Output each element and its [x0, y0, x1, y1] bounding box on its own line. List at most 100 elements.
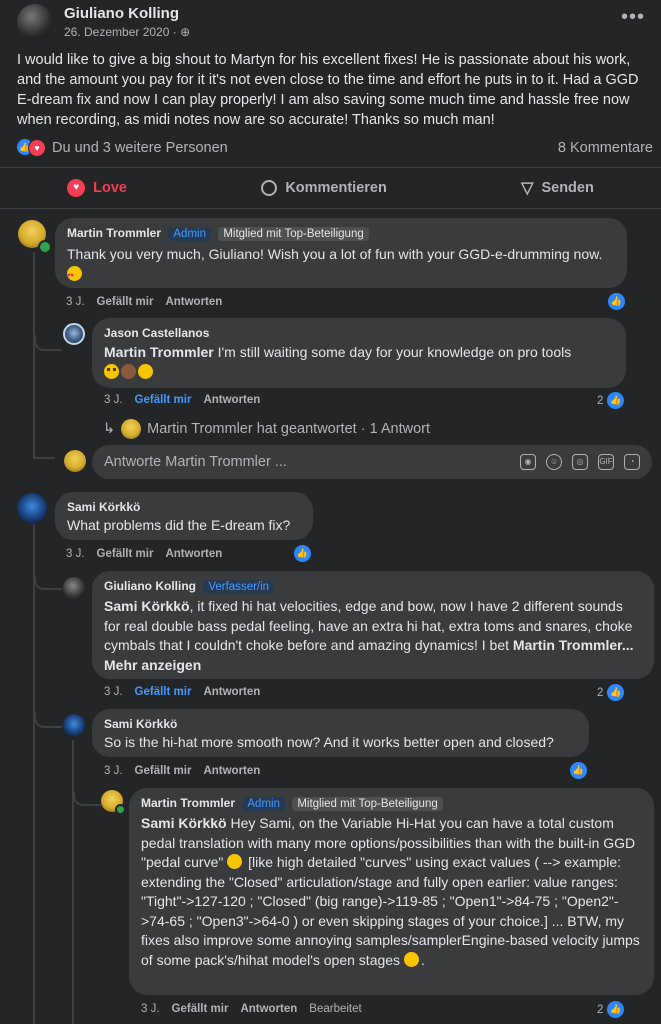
post-date-text[interactable]: 26. Dezember 2020 · — [64, 25, 180, 39]
reaction-count[interactable]: 2 👍 — [597, 683, 626, 702]
reactions-summary[interactable]: 👍 ♥ Du und 3 weitere Personen — [17, 139, 228, 157]
thread-connector — [73, 792, 101, 806]
admin-badge: Admin — [168, 227, 211, 241]
comment-author[interactable]: Giuliano Kolling — [104, 579, 196, 593]
post-author-avatar[interactable] — [17, 4, 53, 40]
like-link[interactable]: Gefällt mir — [97, 296, 154, 308]
avatar-sticker-icon[interactable]: ◉ — [520, 454, 536, 470]
send-button[interactable]: ▽ Senden — [521, 178, 594, 198]
reply-link[interactable]: Antworten — [203, 394, 260, 406]
reply-link[interactable]: Antworten — [165, 296, 222, 308]
comment-text: So is the hi-hat more smooth now? And it… — [104, 734, 554, 750]
comment-time[interactable]: 3 J. — [66, 548, 85, 560]
comment-text-content-3: . — [420, 951, 425, 968]
comment-text-content: I'm still waiting some day for your know… — [213, 344, 572, 360]
comment-time[interactable]: 3 J. — [141, 1003, 160, 1015]
top-contributor-badge: Mitglied mit Top-Beteiligung — [218, 227, 369, 241]
like-link[interactable]: Gefällt mir — [135, 394, 192, 406]
comment-bubble: Jason Castellanos Martin Trommler I'm st… — [92, 318, 626, 388]
replied-summary-text: Martin Trommler hat geantwortet · 1 Antw… — [147, 421, 431, 437]
comment-bubble: Martin Trommler Admin Mitglied mit Top-B… — [55, 218, 627, 288]
reaction-count-value: 2 — [597, 1003, 604, 1016]
commenter-avatar[interactable] — [17, 493, 47, 523]
love-icon: ♥ — [67, 179, 86, 197]
comment-meta: 3 J. Gefällt mir Antworten Bearbeitet — [141, 1003, 362, 1015]
thread-connector — [34, 712, 62, 728]
thread-line — [33, 524, 35, 1024]
like-reaction-icon[interactable]: 👍 — [569, 761, 588, 780]
camera-icon[interactable]: ◎ — [572, 454, 588, 470]
comment-bubble: Sami Körkkö So is the hi-hat more smooth… — [92, 709, 589, 757]
input-toolbar: ◉ ☺ ◎ GIF ◔ — [520, 454, 640, 470]
comment-bubble: Giuliano Kolling Verfasser/in Sami Körkk… — [92, 571, 654, 679]
like-link[interactable]: Gefällt mir — [97, 548, 154, 560]
divider — [0, 208, 661, 209]
commenter-avatar[interactable] — [63, 714, 85, 736]
reply-link[interactable]: Antworten — [165, 548, 222, 560]
sticker-icon[interactable]: ◔ — [624, 454, 640, 470]
comment-time[interactable]: 3 J. — [66, 296, 85, 308]
comment-author[interactable]: Jason Castellanos — [104, 326, 614, 340]
like-link[interactable]: Gefällt mir — [172, 1003, 229, 1015]
reaction-count-value: 2 — [597, 394, 604, 407]
mention-link[interactable]: Sami Körkkö — [141, 815, 227, 831]
reaction-count[interactable]: 2 👍 — [597, 1000, 626, 1019]
staring-face-emoji-icon — [104, 363, 119, 379]
comment-label: Kommentieren — [285, 180, 387, 196]
thread-connector — [34, 576, 62, 590]
comment-text: What problems did the E-dream fix? — [67, 517, 291, 533]
commenter-avatar[interactable] — [63, 577, 85, 599]
comment-author[interactable]: Martin Trommler — [67, 226, 161, 240]
mention-link[interactable]: Sami Körkkö — [104, 598, 190, 614]
top-contributor-badge: Mitglied mit Top-Beteiligung — [292, 797, 443, 811]
reactions-text[interactable]: Du und 3 weitere Personen — [52, 140, 228, 156]
like-reaction-icon[interactable]: 👍 — [607, 292, 626, 311]
view-replies-link[interactable]: ↳ Martin Trommler hat geantwortet · 1 An… — [103, 419, 430, 439]
love-label: Love — [93, 180, 127, 196]
comment-author[interactable]: Sami Körkkö — [67, 500, 301, 514]
replier-avatar — [121, 419, 142, 439]
author-badge: Verfasser/in — [203, 580, 275, 594]
globe-icon: ⊕ — [180, 25, 191, 39]
reaction-count[interactable]: 2 👍 — [597, 391, 626, 410]
comment-button[interactable]: Kommentieren — [261, 180, 387, 196]
post-author-name[interactable]: Giuliano Kolling — [64, 5, 179, 22]
like-link[interactable]: Gefällt mir — [135, 686, 192, 698]
gif-icon[interactable]: GIF — [598, 454, 614, 470]
thread-connector — [34, 335, 62, 351]
comment-bubble: Martin Trommler Admin Mitglied mit Top-B… — [129, 788, 654, 995]
post-text: I would like to give a big shout to Mart… — [17, 52, 639, 128]
comment-meta: 3 J. Gefällt mir Antworten — [104, 394, 260, 406]
comment-text-content: Thank you very much, Giuliano! Wish you … — [67, 246, 603, 262]
comment-text: Sami Körkkö Hey Sami, on the Variable Hi… — [141, 814, 642, 970]
more-options-icon[interactable]: ••• — [621, 6, 645, 29]
comment-time[interactable]: 3 J. — [104, 394, 123, 406]
see-no-evil-monkey-emoji-icon — [121, 363, 136, 379]
comment-bubble: Sami Körkkö What problems did the E-drea… — [55, 492, 313, 540]
reply-link[interactable]: Antworten — [203, 765, 260, 777]
like-link[interactable]: Gefällt mir — [135, 765, 192, 777]
smiling-face-emoji-icon — [138, 363, 153, 379]
commenter-avatar[interactable] — [63, 323, 85, 345]
comment-author[interactable]: Martin Trommler — [141, 796, 235, 810]
thread-line — [72, 740, 74, 1024]
love-button[interactable]: ♥ Love — [67, 179, 127, 197]
mention-link[interactable]: Martin Trommler — [513, 637, 622, 653]
comment-time[interactable]: 3 J. — [104, 686, 123, 698]
like-reaction-icon[interactable]: 👍 — [293, 544, 312, 563]
reply-link[interactable]: Antworten — [240, 1003, 297, 1015]
reaction-count-value: 2 — [597, 686, 604, 699]
comment-author[interactable]: Sami Körkkö — [104, 717, 577, 731]
comment-time[interactable]: 3 J. — [104, 765, 123, 777]
like-reaction-icon: 👍 — [606, 391, 626, 410]
edited-label: Bearbeitet — [309, 1003, 362, 1015]
emoji-icon[interactable]: ☺ — [546, 454, 562, 470]
reply-link[interactable]: Antworten — [203, 686, 260, 698]
mention-link[interactable]: Martin Trommler — [104, 344, 214, 360]
heart-eyes-emoji-icon — [67, 265, 82, 286]
comment-icon — [261, 180, 278, 196]
smiling-face-emoji-icon — [227, 854, 243, 869]
reply-input[interactable]: Antworte Martin Trommler ... ◉ ☺ ◎ GIF ◔ — [92, 445, 652, 479]
post-date[interactable]: 26. Dezember 2020 · ⊕ — [64, 25, 190, 39]
comments-count[interactable]: 8 Kommentare — [558, 140, 653, 156]
